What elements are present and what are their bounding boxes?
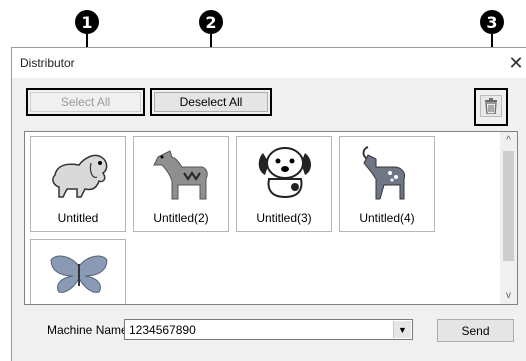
send-button[interactable]: Send bbox=[437, 319, 514, 342]
deselect-all-button[interactable]: Deselect All bbox=[154, 92, 268, 112]
design-tile[interactable] bbox=[30, 239, 126, 304]
design-tile[interactable]: Untitled(2) bbox=[133, 136, 229, 232]
machine-name-value: 1234567890 bbox=[129, 323, 196, 337]
callout-1-badge: 1 bbox=[75, 10, 99, 34]
design-tile[interactable]: Untitled(4) bbox=[339, 136, 435, 232]
machine-name-combobox[interactable]: 1234567890 ▼ bbox=[124, 319, 413, 340]
scroll-thumb[interactable] bbox=[503, 151, 514, 261]
design-tile[interactable]: Untitled(3) bbox=[236, 136, 332, 232]
design-tile[interactable]: Untitled bbox=[30, 136, 126, 232]
design-list[interactable]: Untitled Untitled(2) Untitled(3) Untitle… bbox=[24, 131, 518, 305]
design-label: Untitled(3) bbox=[256, 211, 312, 225]
horse-icon bbox=[153, 150, 208, 200]
design-label: Untitled bbox=[57, 211, 99, 225]
callout-3-badge: 3 bbox=[480, 10, 504, 34]
vertical-scrollbar[interactable]: ^ v bbox=[500, 132, 517, 304]
scroll-down-icon[interactable]: v bbox=[500, 287, 517, 304]
close-icon[interactable]: ✕ bbox=[505, 52, 526, 74]
design-label: Untitled(4) bbox=[359, 211, 415, 225]
title-bar: Distributor ✕ bbox=[12, 48, 526, 78]
trash-icon bbox=[485, 98, 497, 114]
dog-spaniel-icon bbox=[52, 154, 108, 198]
delete-button[interactable] bbox=[480, 95, 502, 117]
goat-icon bbox=[362, 146, 405, 200]
machine-name-label: Machine Name: bbox=[47, 323, 132, 337]
puppy-icon bbox=[258, 147, 311, 199]
callout-2-badge: 2 bbox=[199, 10, 223, 34]
design-label: Untitled(2) bbox=[153, 211, 209, 225]
window-title: Distributor bbox=[20, 56, 75, 70]
scroll-up-icon[interactable]: ^ bbox=[500, 132, 517, 149]
select-all-button[interactable]: Select All bbox=[30, 92, 141, 112]
butterfly-icon bbox=[50, 255, 108, 293]
chevron-down-icon[interactable]: ▼ bbox=[393, 321, 411, 338]
